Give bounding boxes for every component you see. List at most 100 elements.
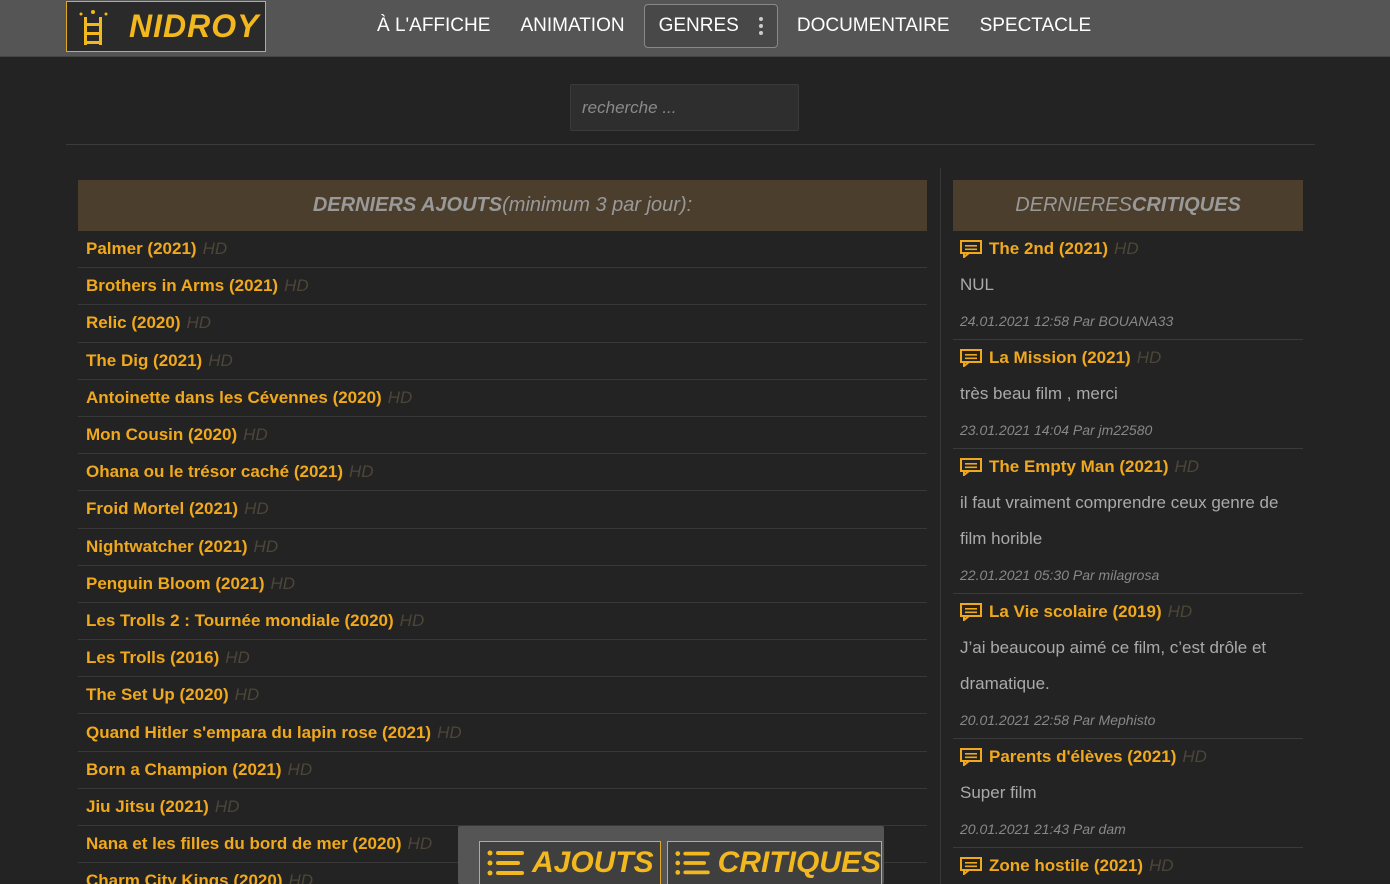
comment-icon [960,857,982,877]
nav-spectacle[interactable]: SPECTACLE [965,4,1107,48]
hd-badge: HD [284,276,309,296]
list-item: Brothers in Arms (2021) HD [78,268,927,306]
comment-icon [960,603,982,623]
list-item: Les Trolls (2016) HD [78,640,927,678]
hd-badge: HD [253,536,279,556]
movie-link[interactable]: Froid Mortel (2021) [86,499,238,519]
movie-link[interactable]: Ohana ou le trésor caché (2021) [86,462,343,482]
hd-badge: HD [186,313,212,333]
movie-link[interactable]: Quand Hitler s'empara du lapin rose (202… [86,723,431,743]
review-title-row: La Mission (2021) HD [960,340,1296,376]
movie-link[interactable]: Jiu Jitsu (2021) [86,797,209,817]
review-movie-link[interactable]: The Empty Man (2021) [989,457,1169,477]
column-divider [940,168,941,884]
latest-additions-heading: DERNIERS AJOUTS (minimum 3 par jour): [78,180,927,231]
ajouts-button[interactable]: AJOUTS [479,841,661,884]
list-item: Palmer (2021) HD [78,231,927,269]
nav-documentaire[interactable]: DOCUMENTAIRE [782,4,965,48]
top-navbar: NIDROY À L'AFFICHE ANIMATION GENRES DOCU… [0,0,1390,57]
review-title-row: The Empty Man (2021) HD [960,449,1296,485]
list-icon [487,850,524,876]
movie-link[interactable]: Les Trolls (2016) [86,648,219,668]
review-meta: 23.01.2021 14:04 Par jm22580 [960,422,1153,438]
movie-link[interactable]: Nana et les filles du bord de mer (2020) [86,834,402,854]
review-item: La Mission (2021) HD très beau film , merc… [953,340,1303,449]
comment-icon [960,240,982,260]
movie-link[interactable]: Antoinette dans les Cévennes (2020) [86,388,382,408]
nav-genres[interactable]: GENRES [643,4,778,48]
hd-badge: HD [234,685,260,705]
review-movie-link[interactable]: La Vie scolaire (2019) [989,602,1162,622]
list-item: Born a Champion (2021) HD [78,752,927,789]
movie-link[interactable]: Relic (2020) [86,313,181,333]
review-meta: 20.01.2021 22:58 Par Mephisto [960,712,1156,728]
review-item: The 2nd (2021) HD NUL 24.01.2021 12:58 Par … [953,231,1303,340]
list-item: Jiu Jitsu (2021) HD [78,789,927,826]
review-title-row: La Vie scolaire (2019) HD [960,594,1296,630]
comment-icon [960,349,982,369]
site-logo[interactable]: NIDROY [66,1,266,52]
movie-link[interactable]: Brothers in Arms (2021) [86,276,278,296]
hd-badge: HD [387,387,413,407]
review-movie-link[interactable]: Zone hostile (2021) [989,856,1143,876]
review-title-row: Parents d'élèves (2021) HD [960,739,1296,775]
reviews-heading-bold: CRITIQUES [1131,194,1241,216]
movie-link[interactable]: Born a Champion (2021) [86,760,282,780]
list-item: Antoinette dans les Cévennes (2020) HD [78,380,927,417]
critiques-button[interactable]: CRITIQUES [667,841,882,884]
divider [66,144,1315,145]
hd-badge: HD [202,239,228,259]
review-item: Parents d'élèves (2021) HD Super film 20.01… [953,739,1303,848]
list-item: Nightwatcher (2021) HD [78,529,927,566]
critiques-label: CRITIQUES [717,846,881,879]
movie-link[interactable]: Penguin Bloom (2021) [86,574,265,594]
review-item: The Empty Man (2021) HD il faut vraiment c… [953,449,1303,594]
hd-badge: HD [214,796,240,816]
review-movie-link[interactable]: Parents d'élèves (2021) [989,747,1176,767]
hd-badge: HD [437,722,462,742]
logo-text: NIDROY [129,8,260,44]
movie-link[interactable]: Charm City Kings (2020) [86,871,283,884]
review-movie-link[interactable]: The 2nd (2021) [989,239,1108,259]
nav-a-laffiche[interactable]: À L'AFFICHE [362,4,505,48]
review-text: NUL [960,275,995,294]
review-meta: 24.01.2021 12:58 Par BOUANA33 [960,313,1174,329]
hd-badge: HD [1148,856,1174,875]
list-item: Quand Hitler s'empara du lapin rose (202… [78,714,927,752]
list-item: Les Trolls 2 : Tournée mondiale (2020) HD [78,603,927,641]
comment-icon [960,458,982,478]
movie-link[interactable]: The Set Up (2020) [86,685,229,705]
movie-link[interactable]: The Dig (2021) [86,351,202,371]
latest-list: Palmer (2021) HD Brothers in Arms (2021) HD… [78,231,927,884]
nav-animation[interactable]: ANIMATION [505,4,639,48]
hd-badge: HD [1174,457,1200,476]
hd-badge: HD [270,573,296,593]
latest-reviews-panel: DERNIERES CRITIQUES The 2nd (2021) HD NUL 2… [953,180,1303,884]
movie-link[interactable]: Palmer (2021) [86,239,197,259]
movie-link[interactable]: Mon Cousin (2020) [86,425,237,445]
film-ladder-icon [79,9,108,45]
hd-badge: HD [208,350,233,370]
review-movie-link[interactable]: La Mission (2021) [989,348,1131,368]
list-item: Froid Mortel (2021) HD [78,491,927,529]
movie-link[interactable]: Les Trolls 2 : Tournée mondiale (2020) [86,611,394,631]
main-nav: À L'AFFICHE ANIMATION GENRES DOCUMENTAIR… [362,0,1106,52]
latest-heading-sub: (minimum 3 par jour): [502,194,693,216]
latest-reviews-heading: DERNIERES CRITIQUES [953,180,1303,231]
hd-badge: HD [1182,747,1207,766]
hd-badge: HD [349,462,374,482]
nav-genres-label: GENRES [658,15,739,36]
list-item: The Set Up (2020) HD [78,677,927,715]
list-item: The Dig (2021) HD [78,343,927,380]
list-item: Penguin Bloom (2021) HD [78,566,927,603]
hd-badge: HD [225,648,250,668]
search-input[interactable] [570,84,799,131]
list-item: Relic (2020) HD [78,305,927,343]
ajouts-label: AJOUTS [532,846,654,879]
movie-link[interactable]: Nightwatcher (2021) [86,537,248,557]
review-item: Zone hostile (2021) HD [953,848,1303,884]
review-meta: 20.01.2021 21:43 Par dam [960,821,1126,837]
hd-badge: HD [1114,239,1139,258]
hd-badge: HD [243,425,268,445]
bottom-floating-bar: AJOUTS CRITIQUES [458,826,884,884]
